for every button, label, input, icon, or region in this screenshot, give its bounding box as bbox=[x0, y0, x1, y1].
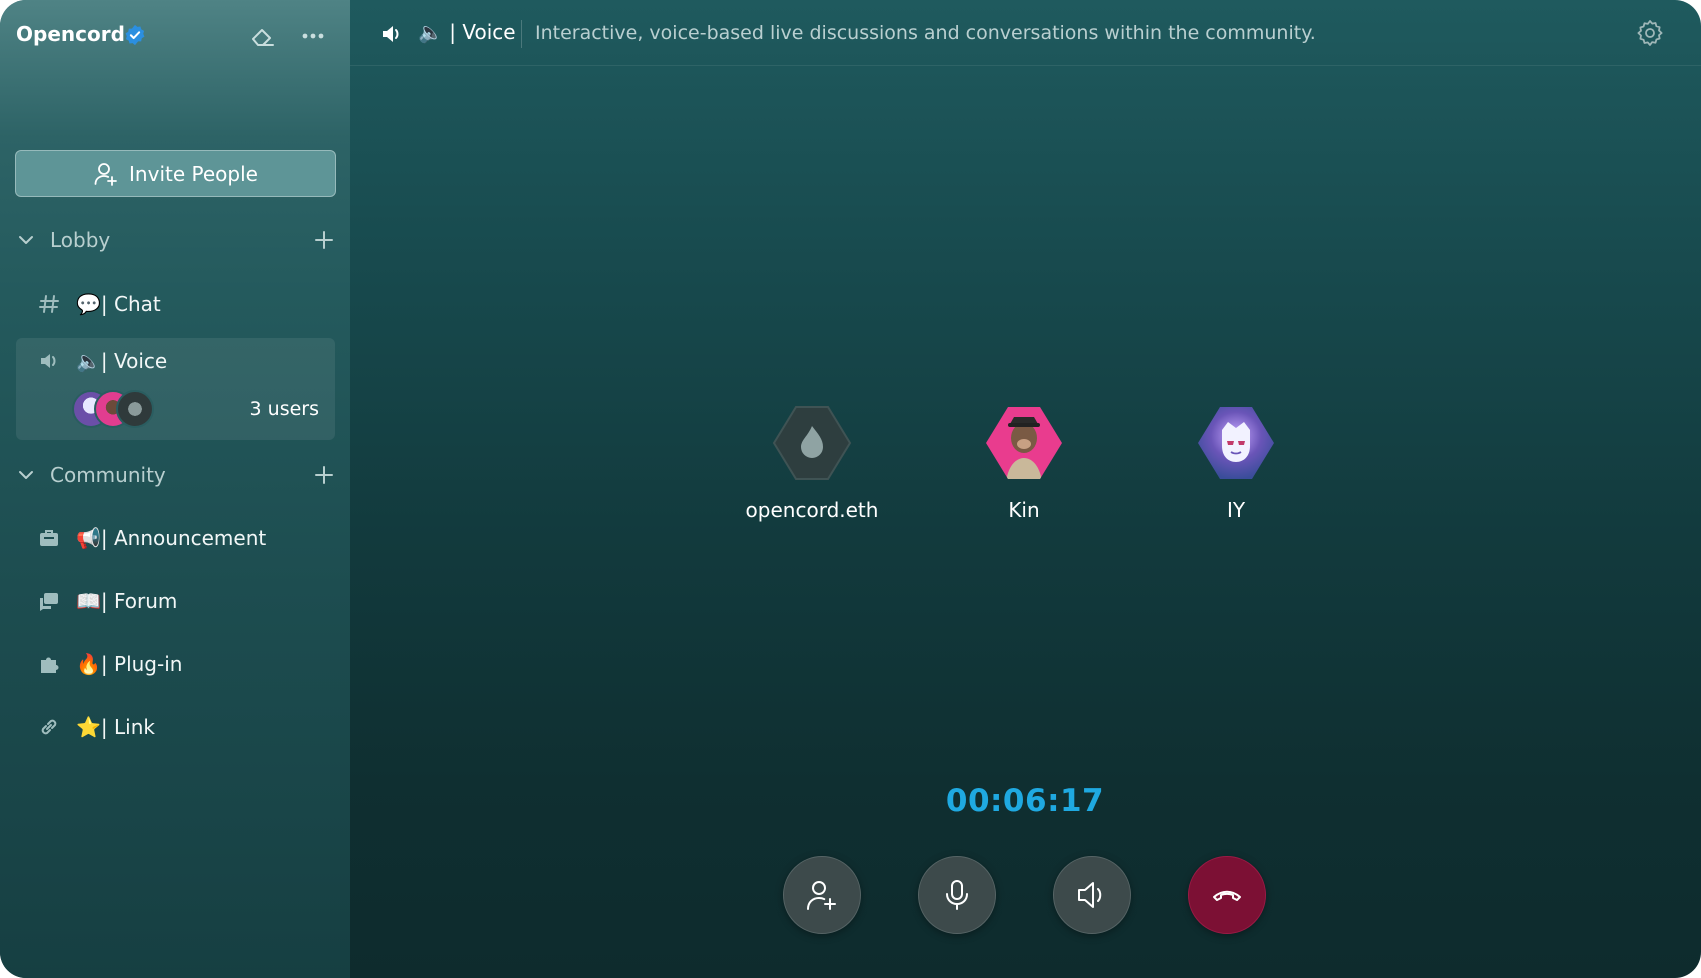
announcement-icon bbox=[40, 530, 58, 546]
channel-name: | Chat bbox=[100, 292, 161, 316]
channel-voice[interactable]: 🔈| Voice 3 users bbox=[16, 338, 335, 440]
forum-icon bbox=[40, 593, 58, 611]
channel-label: 💬| Chat bbox=[76, 292, 161, 316]
channel-name: | Voice bbox=[100, 349, 168, 373]
category-label: Community bbox=[50, 463, 166, 487]
channel-name: | Forum bbox=[100, 589, 178, 613]
speaker-button[interactable] bbox=[1053, 856, 1131, 934]
puzzle-icon bbox=[41, 657, 59, 673]
speaker-icon bbox=[383, 26, 399, 42]
verified-badge-icon bbox=[125, 24, 145, 46]
hang-up-button[interactable] bbox=[1188, 856, 1266, 934]
channel-description: Interactive, voice-based live discussion… bbox=[535, 22, 1316, 44]
add-participant-button[interactable] bbox=[783, 856, 861, 934]
channel-emoji: 📢 bbox=[76, 526, 101, 550]
add-user-icon bbox=[807, 881, 836, 910]
hang-up-icon bbox=[1213, 890, 1241, 901]
category-lobby[interactable]: Lobby bbox=[0, 220, 350, 260]
channel-announcement[interactable]: 📢| Announcement bbox=[16, 515, 335, 561]
category-community[interactable]: Community bbox=[0, 455, 350, 495]
eraser-icon[interactable] bbox=[249, 22, 277, 50]
channel-plugin[interactable]: 🔥| Plug-in bbox=[16, 641, 335, 687]
microphone-button[interactable] bbox=[918, 856, 996, 934]
participant-tile[interactable]: IY bbox=[1154, 404, 1314, 524]
participant-name: IY bbox=[1226, 498, 1246, 522]
link-icon bbox=[41, 719, 57, 735]
app-window: Opencord Invite People Lobby 💬| Chat 🔈| … bbox=[0, 0, 1701, 978]
speaker-icon bbox=[41, 354, 56, 368]
channel-name: | Voice bbox=[449, 20, 516, 44]
channel-name: | Link bbox=[100, 715, 155, 739]
channel-link[interactable]: ⭐| Link bbox=[16, 704, 335, 750]
cosmic-avatar-icon bbox=[1198, 407, 1274, 479]
add-channel-icon[interactable] bbox=[313, 464, 335, 486]
server-header[interactable]: Opencord bbox=[0, 0, 350, 70]
gear-icon[interactable] bbox=[1635, 18, 1665, 48]
channel-emoji: 🔥 bbox=[76, 652, 101, 676]
channel-label: ⭐| Link bbox=[76, 715, 155, 739]
channel-name: | Plug-in bbox=[100, 652, 183, 676]
participant-tile[interactable]: Kin bbox=[942, 404, 1102, 524]
channel-label: 🔥| Plug-in bbox=[76, 652, 182, 676]
channel-label: 📢| Announcement bbox=[76, 526, 266, 550]
flame-avatar-icon bbox=[772, 406, 852, 480]
channel-label: 📖| Forum bbox=[76, 589, 177, 613]
channel-forum[interactable]: 📖| Forum bbox=[16, 578, 335, 624]
channel-emoji: 💬 bbox=[76, 292, 101, 316]
participant-name: opencord.eth bbox=[745, 498, 879, 522]
channel-emoji: 📖 bbox=[76, 589, 101, 613]
channel-emoji: 🔈 bbox=[418, 20, 443, 44]
current-channel-name: 🔈 | Voice bbox=[418, 20, 516, 44]
voice-user-avatars bbox=[72, 390, 172, 430]
channel-label: 🔈| Voice bbox=[76, 349, 167, 373]
call-timer: 00:06:17 bbox=[945, 783, 1105, 819]
hashtag-icon bbox=[39, 295, 59, 313]
divider bbox=[521, 20, 522, 48]
user-avatar bbox=[116, 390, 154, 428]
invite-people-button[interactable]: Invite People bbox=[15, 150, 336, 197]
chevron-down-icon bbox=[19, 471, 33, 479]
sidebar: Opencord Invite People Lobby 💬| Chat 🔈| … bbox=[0, 0, 350, 978]
channel-topbar: 🔈 | Voice Interactive, voice-based live … bbox=[350, 0, 1701, 66]
speaker-icon bbox=[1078, 882, 1102, 908]
invite-people-label: Invite People bbox=[129, 161, 258, 186]
participant-tile[interactable]: opencord.eth bbox=[730, 404, 890, 524]
channel-name: | Announcement bbox=[100, 526, 267, 550]
channel-emoji: ⭐ bbox=[76, 715, 101, 739]
server-name: Opencord bbox=[16, 22, 125, 46]
participant-name: Kin bbox=[1008, 498, 1040, 522]
ape-avatar-icon bbox=[986, 407, 1062, 479]
more-options-icon[interactable] bbox=[299, 22, 327, 50]
add-channel-icon[interactable] bbox=[313, 229, 335, 251]
channel-emoji: 🔈 bbox=[76, 349, 101, 373]
voice-user-count: 3 users bbox=[249, 398, 319, 420]
add-user-icon bbox=[94, 162, 117, 186]
channel-chat[interactable]: 💬| Chat bbox=[16, 281, 335, 327]
chevron-down-icon bbox=[19, 236, 33, 244]
microphone-icon bbox=[946, 880, 968, 910]
category-label: Lobby bbox=[50, 228, 111, 252]
